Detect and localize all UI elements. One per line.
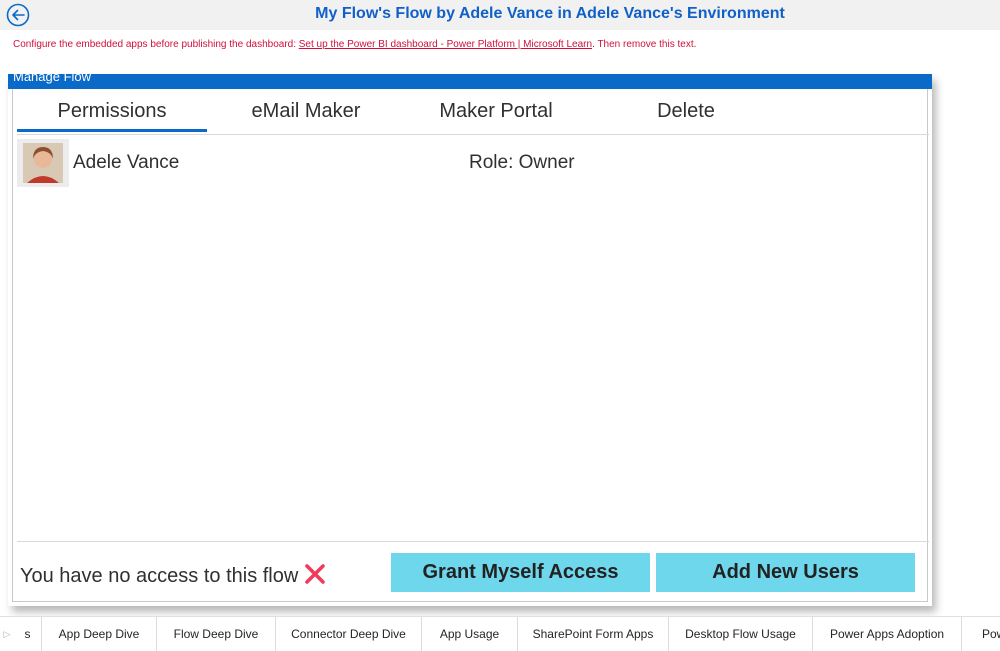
access-status: You have no access to this flow bbox=[20, 563, 326, 588]
setup-notice: Configure the embedded apps before publi… bbox=[13, 39, 696, 50]
header-bar: My Flow's Flow by Adele Vance in Adele V… bbox=[0, 0, 1000, 30]
page-tab[interactable]: App Usage bbox=[422, 617, 518, 651]
panel-title: Manage Flow bbox=[13, 74, 92, 84]
grant-access-button[interactable]: Grant Myself Access bbox=[391, 553, 650, 592]
page-tab[interactable]: Desktop Flow Usage bbox=[669, 617, 813, 651]
tab-permissions[interactable]: Permissions bbox=[17, 92, 207, 132]
page-tab[interactable]: Flow Deep Dive bbox=[157, 617, 276, 651]
access-message: You have no access to this flow bbox=[20, 565, 299, 587]
user-name: Adele Vance bbox=[73, 152, 180, 173]
close-x-icon bbox=[304, 563, 326, 585]
user-role: Role: Owner bbox=[469, 152, 575, 173]
page-tab[interactable]: SharePoint Form Apps bbox=[518, 617, 669, 651]
avatar bbox=[17, 139, 69, 187]
page-tab[interactable]: Pow bbox=[962, 617, 1000, 651]
add-users-button[interactable]: Add New Users bbox=[656, 553, 915, 592]
tab-maker-portal[interactable]: Maker Portal bbox=[401, 92, 591, 130]
page-title: My Flow's Flow by Adele Vance in Adele V… bbox=[315, 5, 785, 22]
tabs-divider bbox=[17, 134, 929, 135]
list-item[interactable]: Adele Vance Role: Owner bbox=[17, 139, 929, 187]
report-page-tabs: ▷ s App Deep Dive Flow Deep Dive Connect… bbox=[0, 616, 1000, 651]
tab-email-maker[interactable]: eMail Maker bbox=[211, 92, 401, 130]
manage-flow-panel: Manage Flow Permissions eMail Maker Make… bbox=[8, 74, 932, 606]
panel-header: Manage Flow bbox=[8, 74, 932, 89]
notice-suffix: . Then remove this text. bbox=[592, 39, 697, 50]
page-tab[interactable]: s bbox=[14, 617, 42, 651]
notice-prefix: Configure the embedded apps before publi… bbox=[13, 39, 299, 50]
scroll-left-icon[interactable]: ▷ bbox=[0, 617, 14, 651]
tab-bar: Permissions eMail Maker Maker Portal Del… bbox=[17, 92, 929, 135]
page-tab[interactable]: App Deep Dive bbox=[42, 617, 157, 651]
panel-body: Permissions eMail Maker Maker Portal Del… bbox=[12, 89, 929, 602]
page-tab[interactable]: Connector Deep Dive bbox=[276, 617, 422, 651]
page-tab[interactable]: Power Apps Adoption bbox=[813, 617, 962, 651]
setup-docs-link[interactable]: Set up the Power BI dashboard - Power Pl… bbox=[299, 39, 592, 50]
footer-divider bbox=[17, 541, 929, 542]
tab-delete[interactable]: Delete bbox=[591, 92, 781, 130]
